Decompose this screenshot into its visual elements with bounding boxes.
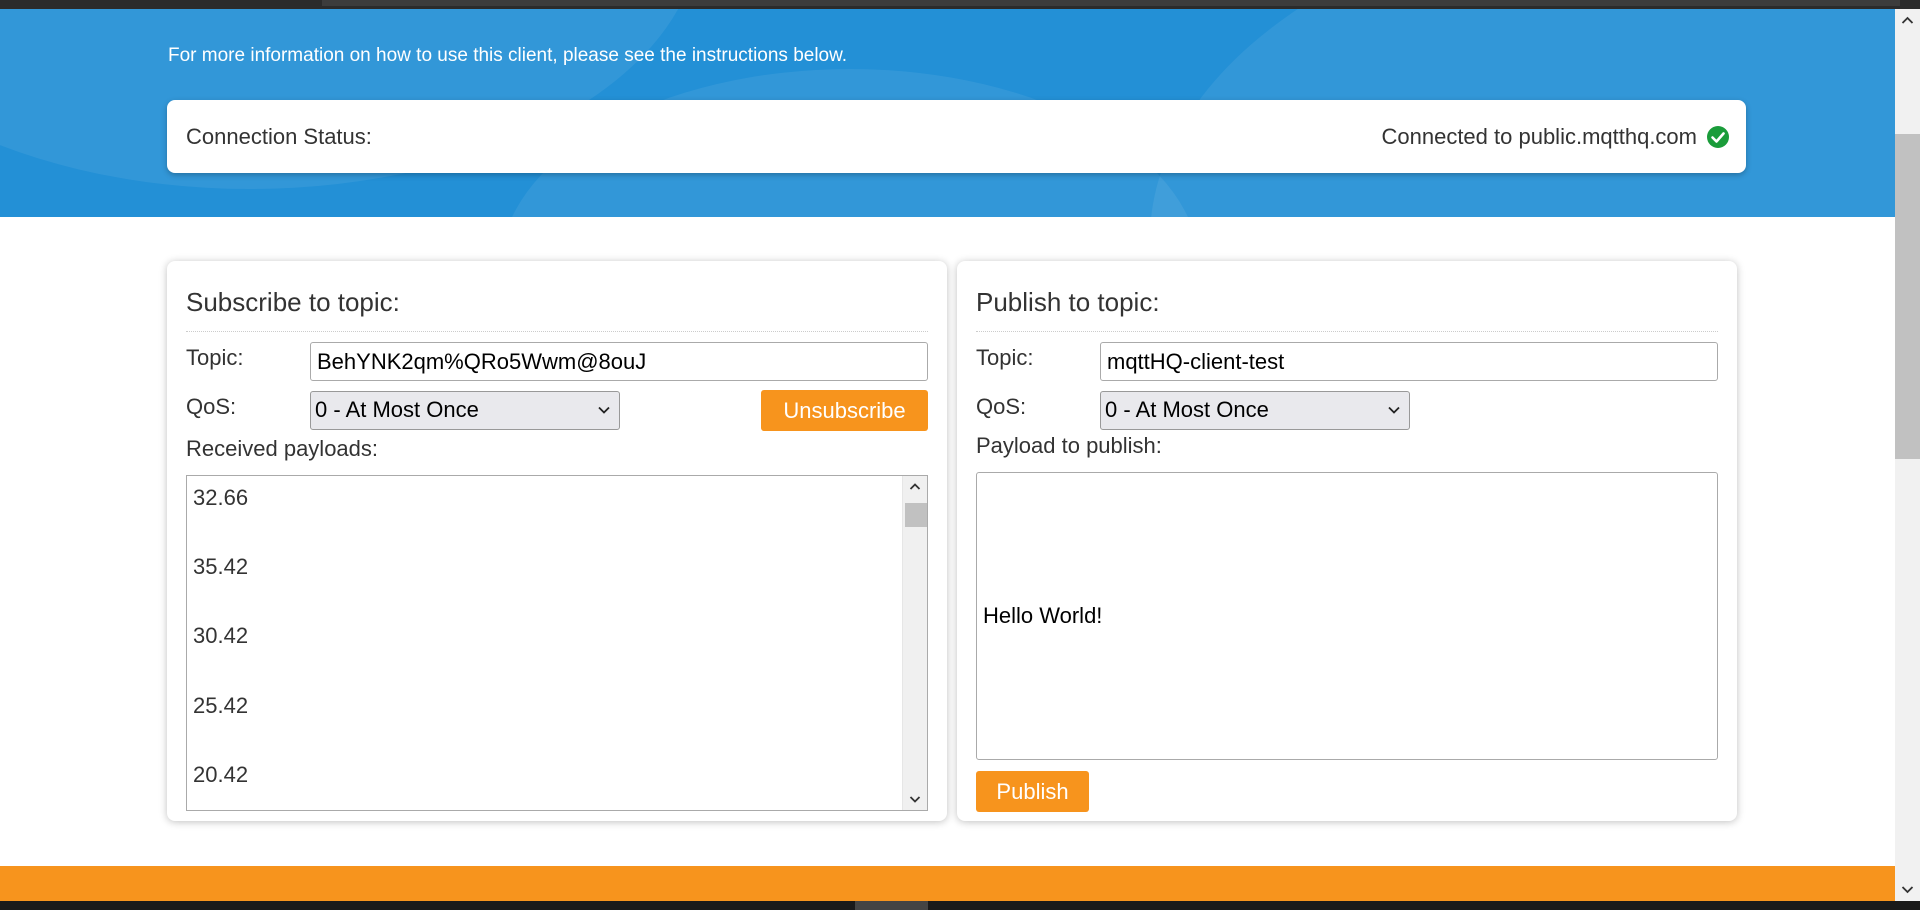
payload-textarea-value: Hello World! [983, 603, 1103, 628]
page-scroll-thumb[interactable] [1895, 134, 1920, 459]
received-payloads-list[interactable]: 32.66 35.42 30.42 25.42 20.42 [186, 475, 928, 811]
browser-tab-strip [322, 0, 1900, 6]
horizontal-scroll-thumb[interactable] [855, 901, 928, 910]
connection-status-card: Connection Status: Connected to public.m… [167, 100, 1746, 173]
received-payloads-label: Received payloads: [186, 436, 379, 461]
hero-banner: For more information on how to use this … [0, 9, 1895, 217]
subscribe-topic-label: Topic: [186, 345, 244, 370]
chevron-down-icon [598, 406, 610, 414]
scroll-down-icon[interactable] [909, 793, 921, 805]
scroll-down-icon[interactable] [1901, 883, 1914, 896]
page-scrollbar[interactable] [1895, 9, 1920, 901]
publish-qos-label: QoS: [976, 394, 1027, 419]
subscribe-topic-input[interactable] [310, 342, 928, 381]
publish-button[interactable]: Publish [976, 771, 1089, 812]
check-circle-icon [1707, 126, 1729, 148]
subscribe-qos-selected: 0 - At Most Once [315, 397, 479, 422]
subscribe-panel: Subscribe to topic: Topic: QoS: 0 - At M… [167, 261, 947, 821]
subscribe-qos-label: QoS: [186, 394, 237, 419]
list-item: 25.42 [193, 693, 249, 718]
unsubscribe-button[interactable]: Unsubscribe [761, 390, 928, 431]
publish-title-divider [976, 331, 1718, 332]
publish-qos-select[interactable]: 0 - At Most Once [1100, 391, 1410, 430]
connection-status-value: Connected to public.mqtthq.com [1381, 124, 1697, 149]
page-viewport: For more information on how to use this … [0, 9, 1895, 901]
list-item: 20.42 [193, 762, 249, 787]
intro-text: For more information on how to use this … [168, 45, 848, 66]
list-item: 35.42 [193, 554, 249, 579]
payload-textarea[interactable]: Hello World! [976, 472, 1718, 760]
scroll-up-icon[interactable] [1901, 14, 1914, 27]
publish-panel: Publish to topic: Topic: QoS: 0 - At Mos… [957, 261, 1737, 821]
publish-title: Publish to topic: [976, 287, 1160, 317]
publish-topic-input[interactable] [1100, 342, 1718, 381]
connection-status-label: Connection Status: [186, 124, 372, 149]
subscribe-title-divider [186, 331, 928, 332]
publish-qos-selected: 0 - At Most Once [1105, 397, 1269, 422]
subscribe-qos-select[interactable]: 0 - At Most Once [310, 391, 620, 430]
footer-band [0, 866, 1895, 901]
list-item: 32.66 [193, 485, 249, 510]
browser-top-bar [0, 0, 1920, 9]
subscribe-title: Subscribe to topic: [186, 287, 400, 317]
browser-bottom-bar [0, 901, 1920, 910]
payload-list-scrollbar[interactable] [902, 476, 927, 810]
payload-list-scroll-thumb[interactable] [905, 503, 927, 527]
chevron-down-icon [1388, 406, 1400, 414]
scroll-up-icon[interactable] [909, 481, 921, 493]
payload-to-publish-label: Payload to publish: [976, 433, 1162, 458]
list-item: 30.42 [193, 623, 249, 648]
publish-topic-label: Topic: [976, 345, 1034, 370]
